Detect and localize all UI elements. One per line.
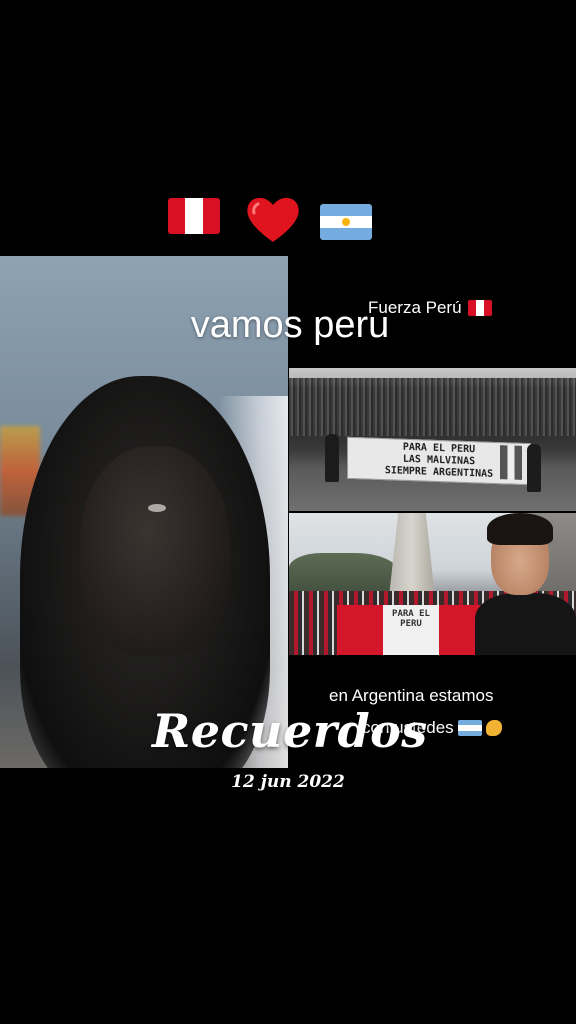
man-hair	[487, 513, 553, 545]
stadium-photo: PARA EL PERU LAS MALVINAS SIEMPRE ARGENT…	[289, 368, 576, 511]
person-right	[527, 444, 541, 492]
recuerdos-title: Recuerdos	[152, 704, 428, 758]
red-heart-icon	[247, 197, 299, 242]
obelisk	[389, 513, 435, 597]
memory-date: 12 jun 2022	[231, 772, 345, 792]
peru-flag-icon	[168, 198, 220, 234]
emoji-row	[0, 190, 576, 250]
eye-highlight	[148, 504, 166, 512]
flexed-biceps-icon	[485, 720, 502, 736]
stadium-crowd	[289, 378, 576, 436]
fuerza-text: Fuerza Perú	[368, 298, 462, 317]
argentina-flag-icon	[320, 204, 372, 240]
caption-line-1: en Argentina estamos	[329, 686, 494, 705]
argentina-flag-icon	[457, 720, 482, 736]
masked-face	[80, 446, 230, 656]
black-shirt	[475, 593, 576, 655]
banner-flag-stripes	[500, 445, 522, 480]
peru-banner-text: PARA EL PERU	[383, 605, 439, 655]
stadium-banner: PARA EL PERU LAS MALVINAS SIEMPRE ARGENT…	[347, 436, 531, 486]
man-portrait	[475, 513, 576, 655]
city-protest-photo: PARA EL PERU	[289, 513, 576, 655]
peru-flag-banner: PARA EL PERU	[337, 605, 485, 655]
person-left	[325, 434, 339, 482]
peru-flag-icon	[467, 300, 492, 316]
fuerza-caption: Fuerza Perú	[368, 298, 492, 318]
